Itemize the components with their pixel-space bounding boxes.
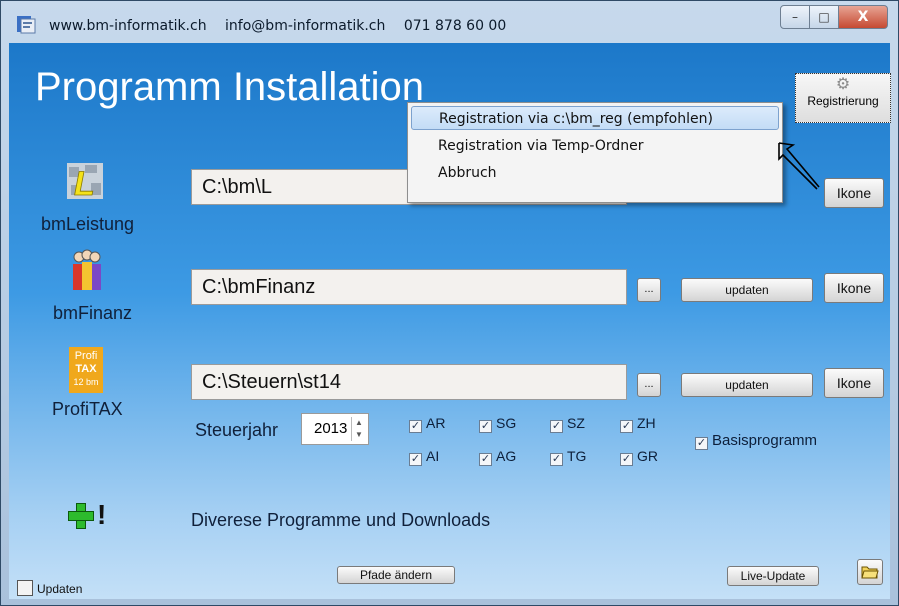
- canton-label: SZ: [567, 415, 585, 431]
- canton-label: GR: [637, 448, 658, 464]
- checkbox-canton-gr[interactable]: ✓ GR: [620, 448, 658, 466]
- check-icon: ✓: [550, 453, 563, 466]
- checkbox-canton-ag[interactable]: ✓ AG: [479, 448, 516, 466]
- checkbox-canton-ai[interactable]: ✓ AI: [409, 448, 439, 466]
- check-icon: ✓: [409, 420, 422, 433]
- steuerjahr-value: 2013: [314, 420, 348, 437]
- check-icon: ✓: [620, 420, 633, 433]
- minimize-button[interactable]: –: [780, 5, 810, 29]
- live-update-button[interactable]: Live-Update: [727, 566, 819, 586]
- bmfinanz-icon: [73, 249, 101, 290]
- browse-button-bmfinanz[interactable]: ...: [637, 278, 661, 302]
- check-icon: ✓: [620, 453, 633, 466]
- close-button[interactable]: X: [839, 5, 888, 29]
- menu-item-abbruch[interactable]: Abbruch: [411, 161, 779, 185]
- svg-text:L: L: [74, 165, 95, 201]
- canton-label: AR: [426, 415, 446, 431]
- steuerjahr-label: Steuerjahr: [195, 420, 279, 440]
- check-icon: ✓: [479, 420, 492, 433]
- steuerjahr-spinner[interactable]: 2013 ▲ ▼: [301, 413, 369, 445]
- title-website: www.bm-informatik.ch: [49, 18, 207, 34]
- path-field-bmfinanz[interactable]: C:\bmFinanz: [191, 269, 627, 305]
- mouse-cursor-icon: [778, 142, 820, 190]
- profitax-logo-line2: TAX: [75, 363, 97, 375]
- menu-item-registration-temp[interactable]: Registration via Temp-Ordner: [411, 134, 779, 158]
- update-button-bmfinanz[interactable]: updaten: [681, 278, 813, 302]
- check-icon: ✓: [409, 453, 422, 466]
- ikone-button-bmleistung[interactable]: Ikone: [824, 178, 884, 208]
- app-label-bmleistung: bmLeistung: [41, 214, 135, 234]
- plus-icon[interactable]: [68, 503, 94, 529]
- canton-label: AG: [496, 448, 517, 464]
- app-label-profitax: ProfiTAX: [52, 399, 123, 419]
- check-icon: ✓: [479, 453, 492, 466]
- browse-button-profitax[interactable]: ...: [637, 373, 661, 397]
- checkbox-canton-zh[interactable]: ✓ ZH: [620, 415, 656, 433]
- updaten-label: Updaten: [37, 582, 83, 596]
- folder-icon: [861, 566, 879, 579]
- check-icon: ✓: [550, 420, 563, 433]
- diverse-downloads-link[interactable]: Diverese Programme und Downloads: [191, 510, 490, 531]
- canton-label: SG: [496, 415, 517, 431]
- title-email: info@bm-informatik.ch: [225, 18, 386, 34]
- profitax-logo-line3: 12 bm: [73, 377, 99, 387]
- checkbox-canton-ar[interactable]: ✓ AR: [409, 415, 445, 433]
- bmleistung-icon: L: [67, 163, 103, 201]
- title-bar[interactable]: www.bm-informatik.ch info@bm-informatik.…: [1, 1, 898, 43]
- canton-label: ZH: [637, 415, 656, 431]
- window-title: www.bm-informatik.ch info@bm-informatik.…: [49, 18, 520, 34]
- title-phone: 071 878 60 00: [403, 18, 507, 34]
- gear-icon: ⚙: [835, 76, 851, 93]
- canton-label: AI: [426, 448, 440, 464]
- checkbox-canton-sg[interactable]: ✓ SG: [479, 415, 516, 433]
- profitax-logo-line1: Profi: [74, 350, 98, 362]
- basisprogramm-label: Basisprogramm: [712, 432, 818, 449]
- profitax-logo: Profi TAX 12 bm: [69, 347, 103, 393]
- ikone-button-bmfinanz[interactable]: Ikone: [824, 273, 884, 303]
- folder-open-button[interactable]: [857, 559, 883, 585]
- check-icon: ✓: [695, 437, 708, 450]
- checkbox-updaten[interactable]: Updaten: [17, 580, 82, 596]
- app-window: www.bm-informatik.ch info@bm-informatik.…: [0, 0, 899, 606]
- checkbox-canton-sz[interactable]: ✓ SZ: [550, 415, 585, 433]
- checkbox-basisprogramm[interactable]: ✓ Basisprogramm: [695, 432, 817, 450]
- path-field-profitax[interactable]: C:\Steuern\st14: [191, 364, 627, 400]
- update-button-profitax[interactable]: updaten: [681, 373, 813, 397]
- checkbox-canton-tg[interactable]: ✓ TG: [550, 448, 586, 466]
- pfade-aendern-button[interactable]: Pfade ändern: [337, 566, 455, 584]
- ikone-button-profitax[interactable]: Ikone: [824, 368, 884, 398]
- registration-context-menu: Registration via c:\bm_reg (empfohlen) R…: [407, 102, 783, 203]
- page-title: Programm Installation: [35, 65, 425, 109]
- app-icon: [17, 16, 36, 34]
- exclamation-icon: !: [97, 499, 107, 530]
- menu-item-registration-bm-reg[interactable]: Registration via c:\bm_reg (empfohlen): [411, 106, 779, 130]
- registration-button-label: Registrierung: [807, 94, 879, 108]
- spinner-arrows-icon[interactable]: ▲ ▼: [351, 417, 366, 441]
- registration-button[interactable]: ⚙ Registrierung: [795, 73, 891, 123]
- maximize-button[interactable]: □: [810, 5, 839, 29]
- app-label-bmfinanz: bmFinanz: [53, 303, 133, 323]
- canton-label: TG: [567, 448, 587, 464]
